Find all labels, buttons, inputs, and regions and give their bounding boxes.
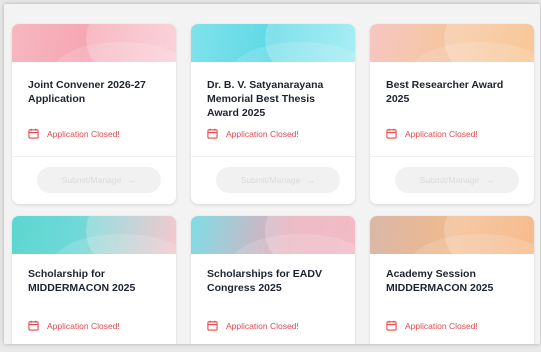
arrow-right-icon: → [127, 175, 137, 185]
status-badge: Application Closed! [207, 320, 299, 331]
calendar-icon [386, 320, 397, 331]
status-text: Application Closed! [405, 128, 478, 139]
status-badge: Application Closed! [386, 320, 478, 331]
card-banner [370, 24, 534, 62]
arrow-right-icon: → [485, 175, 495, 185]
calendar-icon [207, 320, 218, 331]
card-banner [12, 24, 176, 62]
calendar-icon [28, 320, 39, 331]
card-grid: Joint Convener 2026-27 Application Appli… [4, 4, 540, 344]
card-title: Academy Session MIDDERMACON 2025 [386, 268, 494, 294]
card-title: Dr. B. V. Satyanarayana Memorial Best Th… [207, 79, 324, 119]
status-text: Application Closed! [226, 128, 299, 139]
submit-manage-button[interactable]: Submit/Manage → [216, 167, 340, 193]
card-banner [191, 216, 355, 254]
arrow-right-icon: → [306, 175, 316, 185]
card-divider [370, 156, 534, 157]
award-card[interactable]: Best Researcher Award 2025 Application C… [370, 24, 534, 204]
card-title: Best Researcher Award 2025 [386, 79, 504, 105]
award-card[interactable]: Joint Convener 2026-27 Application Appli… [12, 24, 176, 204]
status-badge: Application Closed! [28, 320, 120, 331]
status-text: Application Closed! [47, 320, 120, 331]
status-badge: Application Closed! [207, 128, 299, 139]
status-badge: Application Closed! [28, 128, 120, 139]
status-badge: Application Closed! [386, 128, 478, 139]
submit-manage-button[interactable]: Submit/Manage → [395, 167, 519, 193]
status-text: Application Closed! [405, 320, 478, 331]
submit-label: Submit/Manage [419, 175, 480, 185]
calendar-icon [207, 128, 218, 139]
awards-listing: Joint Convener 2026-27 Application Appli… [4, 4, 540, 344]
award-card[interactable]: Dr. B. V. Satyanarayana Memorial Best Th… [191, 24, 355, 204]
card-divider [191, 156, 355, 157]
card-banner [370, 216, 534, 254]
card-banner [12, 216, 176, 254]
calendar-icon [28, 128, 39, 139]
status-text: Application Closed! [226, 320, 299, 331]
calendar-icon [386, 128, 397, 139]
card-title: Scholarships for EADV Congress 2025 [207, 268, 322, 294]
card-banner [191, 24, 355, 62]
card-title: Scholarship for MIDDERMACON 2025 [28, 268, 136, 294]
award-card[interactable]: Scholarships for EADV Congress 2025 Appl… [191, 216, 355, 344]
card-divider [12, 156, 176, 157]
card-title: Joint Convener 2026-27 Application [28, 79, 146, 105]
status-text: Application Closed! [47, 128, 120, 139]
submit-manage-button[interactable]: Submit/Manage → [37, 167, 161, 193]
award-card[interactable]: Academy Session MIDDERMACON 2025 Applica… [370, 216, 534, 344]
submit-label: Submit/Manage [61, 175, 122, 185]
award-card[interactable]: Scholarship for MIDDERMACON 2025 Applica… [12, 216, 176, 344]
submit-label: Submit/Manage [240, 175, 301, 185]
